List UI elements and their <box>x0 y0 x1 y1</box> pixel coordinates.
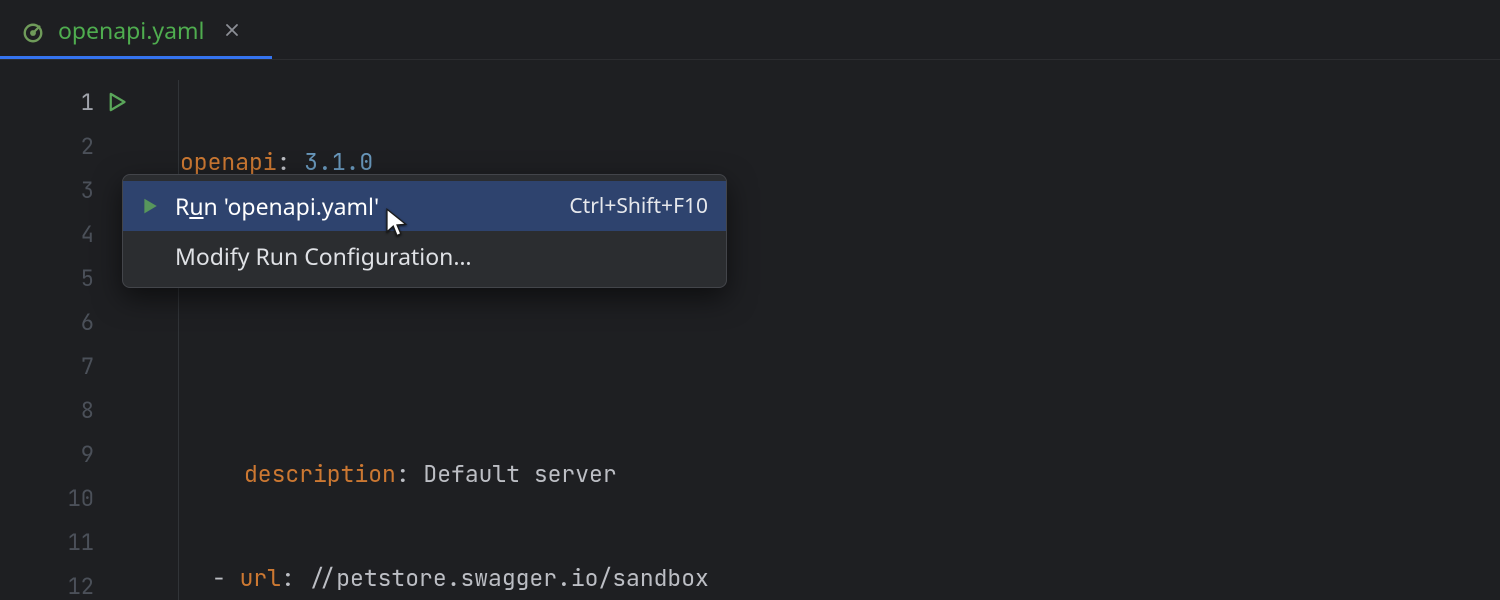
file-tab-openapi-yaml[interactable]: openapi.yaml <box>0 0 272 59</box>
code-editor[interactable]: 1 2 3 4 5 6 7 8 9 10 11 12 openapi: 3.1.… <box>0 60 1500 600</box>
gutter-line-number[interactable]: 2 <box>0 124 140 168</box>
line-number: 2 <box>81 132 94 161</box>
line-number: 3 <box>81 176 94 205</box>
gutter-line-number[interactable]: 8 <box>0 388 140 432</box>
close-icon <box>224 22 240 38</box>
gutter-line-number[interactable]: 7 <box>0 344 140 388</box>
gutter-line-number[interactable]: 1 <box>0 80 140 124</box>
gutter-context-menu: Run 'openapi.yaml' Ctrl+Shift+F10 Modify… <box>122 174 727 288</box>
run-icon <box>107 92 127 112</box>
gutter-run-button[interactable] <box>106 91 128 113</box>
line-number: 9 <box>81 440 94 469</box>
editor-tabbar: openapi.yaml <box>0 0 1500 60</box>
line-number: 12 <box>68 572 94 600</box>
line-number: 10 <box>68 484 94 513</box>
editor-gutter: 1 2 3 4 5 6 7 8 9 10 11 12 <box>0 60 140 600</box>
openapi-file-icon <box>22 19 44 41</box>
code-line: - url: //petstore.swagger.io/sandbox <box>140 556 1334 600</box>
gutter-line-number[interactable]: 6 <box>0 300 140 344</box>
menu-item-run-file[interactable]: Run 'openapi.yaml' Ctrl+Shift+F10 <box>123 181 726 231</box>
menu-item-shortcut: Ctrl+Shift+F10 <box>545 192 708 220</box>
code-line <box>140 348 1334 392</box>
menu-item-label: Run 'openapi.yaml' <box>175 190 531 222</box>
menu-item-modify-run-config[interactable]: Modify Run Configuration… <box>123 231 726 281</box>
gutter-line-number[interactable]: 5 <box>0 256 140 300</box>
line-number: 7 <box>81 352 94 381</box>
code-line: description: Default server <box>140 452 1334 496</box>
line-number: 4 <box>81 220 94 249</box>
line-number: 11 <box>68 528 94 557</box>
gutter-line-number[interactable]: 10 <box>0 476 140 520</box>
gutter-line-number[interactable]: 12 <box>0 564 140 600</box>
gutter-line-number[interactable]: 4 <box>0 212 140 256</box>
line-number: 1 <box>81 88 94 117</box>
line-number: 5 <box>81 264 94 293</box>
close-tab-button[interactable] <box>218 16 246 44</box>
gutter-line-number[interactable]: 11 <box>0 520 140 564</box>
tab-label: openapi.yaml <box>58 14 204 46</box>
gutter-line-number[interactable]: 9 <box>0 432 140 476</box>
line-number: 8 <box>81 396 94 425</box>
gutter-line-number[interactable]: 3 <box>0 168 140 212</box>
run-icon <box>139 195 161 217</box>
line-number: 6 <box>81 308 94 337</box>
code-content[interactable]: openapi: 3.1.0 description: Default serv… <box>140 60 1334 600</box>
menu-item-label: Modify Run Configuration… <box>175 240 708 272</box>
